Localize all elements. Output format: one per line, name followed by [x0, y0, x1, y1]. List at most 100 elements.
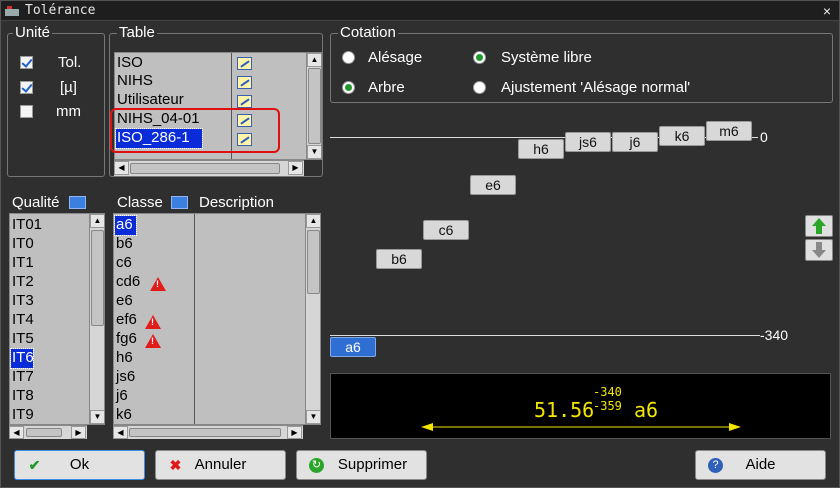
scroll-down-arrow[interactable]: ▼ [90, 410, 104, 424]
cotation-label: Cotation [338, 24, 398, 41]
scroll-left-arrow[interactable]: ◀ [113, 426, 128, 439]
tolerance-tag-js6[interactable]: js6 [565, 132, 611, 152]
horizontal-scrollbar[interactable]: ◀ ▶ [113, 425, 303, 439]
list-item[interactable]: IT01 [11, 216, 42, 235]
tolerance-tag-b6[interactable]: b6 [376, 249, 422, 269]
list-item[interactable]: fg6 [115, 330, 137, 349]
horizontal-scrollbar[interactable]: ◀ ▶ [114, 160, 304, 176]
warning-icon [150, 277, 166, 291]
list-item[interactable]: IT7 [11, 368, 34, 387]
tolerance-tag-k6[interactable]: k6 [659, 126, 705, 146]
down-arrow-icon [812, 242, 826, 258]
tolerance-tag-m6[interactable]: m6 [706, 121, 752, 141]
list-item[interactable]: IT2 [11, 273, 34, 292]
list-item[interactable]: ISO [116, 54, 143, 73]
cancel-button[interactable]: ✖ Annuler [155, 450, 286, 480]
scroll-down-arrow[interactable]: ▼ [307, 145, 321, 159]
mm-checkbox[interactable] [20, 105, 33, 118]
scroll-right-arrow[interactable]: ▶ [288, 161, 303, 175]
scroll-down-arrow[interactable]: ▼ [306, 410, 320, 424]
systeme-libre-radio[interactable] [473, 51, 486, 64]
scroll-up-arrow[interactable]: ▲ [306, 214, 320, 228]
list-item[interactable]: js6 [115, 368, 135, 387]
title-bar[interactable]: Tolérance × [1, 1, 839, 21]
list-item[interactable]: cd6 [115, 273, 140, 292]
tolerance-tag-e6[interactable]: e6 [470, 175, 516, 195]
scroll-up-arrow[interactable]: ▲ [90, 214, 104, 228]
tol-label: Tol. [58, 54, 82, 71]
vertical-scrollbar[interactable]: ▲ ▼ [89, 214, 104, 424]
micron-label: [µ] [60, 79, 77, 96]
up-arrow-icon [812, 218, 826, 234]
list-item[interactable]: IT9 [11, 406, 34, 424]
list-item[interactable]: e6 [115, 292, 133, 311]
edit-icon[interactable] [237, 76, 252, 89]
class-value: a6 [634, 398, 659, 422]
delete-button[interactable]: ↻ Supprimer [296, 450, 427, 480]
qualite-list[interactable]: IT01 IT0 IT1 IT2 IT3 IT4 IT5 IT6 IT7 IT8… [9, 213, 105, 425]
ok-button[interactable]: ✔ Ok [14, 450, 145, 480]
help-label: Aide [745, 456, 776, 473]
arbre-label: Arbre [368, 79, 405, 96]
scroll-thumb[interactable] [26, 428, 62, 437]
list-item[interactable]: IT5 [11, 330, 34, 349]
scroll-down-button[interactable] [805, 239, 833, 261]
tolerance-dialog: Tolérance × Unité Tol. [µ] mm Table ISO … [0, 0, 840, 488]
systeme-libre-label: Système libre [501, 49, 592, 66]
list-item[interactable]: h6 [115, 349, 133, 368]
scroll-thumb[interactable] [91, 230, 104, 326]
tolerance-tag-a6[interactable]: a6 [330, 337, 376, 357]
scroll-left-arrow[interactable]: ◀ [9, 426, 24, 439]
help-button[interactable]: ? Aide [695, 450, 826, 480]
scroll-up-arrow[interactable]: ▲ [307, 53, 321, 67]
list-item[interactable]: b6 [115, 235, 133, 254]
alesage-radio[interactable] [342, 51, 355, 64]
edit-icon[interactable] [237, 57, 252, 70]
list-item[interactable]: j6 [115, 387, 128, 406]
cancel-label: Annuler [194, 456, 247, 473]
vertical-scrollbar[interactable]: ▲ ▼ [305, 214, 320, 424]
list-item[interactable]: ef6 [115, 311, 137, 330]
delete-label: Supprimer [337, 456, 408, 473]
scroll-thumb[interactable] [307, 230, 320, 294]
list-item-selected[interactable]: IT6 [10, 348, 34, 369]
list-item[interactable]: k6 [115, 406, 132, 424]
scroll-right-arrow[interactable]: ▶ [287, 426, 302, 439]
list-item[interactable]: c6 [115, 254, 132, 273]
bottom-line [330, 335, 760, 336]
upper-deviation: -340 [593, 385, 622, 399]
tol-checkbox[interactable] [20, 56, 33, 69]
scroll-left-arrow[interactable]: ◀ [114, 161, 129, 175]
column-settings-icon[interactable] [69, 196, 86, 209]
tolerance-tag-h6[interactable]: h6 [518, 139, 564, 159]
list-item[interactable]: IT1 [11, 254, 34, 273]
highlight-box [110, 108, 280, 153]
classe-list[interactable]: a6 b6 c6 cd6 e6 ef6 fg6 h6 js6 j6 k6 ▲ ▼ [113, 213, 321, 425]
scroll-thumb[interactable] [308, 68, 321, 144]
scroll-up-button[interactable] [805, 215, 833, 237]
scroll-thumb[interactable] [129, 428, 281, 437]
zero-axis-label: 0 [760, 129, 768, 145]
micron-checkbox[interactable] [20, 81, 33, 94]
column-settings-icon[interactable] [171, 196, 188, 209]
list-item-selected[interactable]: a6 [114, 215, 137, 236]
list-item[interactable]: IT3 [11, 292, 34, 311]
vertical-scrollbar[interactable]: ▲ ▼ [306, 53, 321, 159]
horizontal-scrollbar[interactable]: ◀ ▶ [9, 425, 87, 439]
close-button[interactable]: × [819, 3, 835, 19]
table-label: Table [117, 24, 157, 41]
refresh-icon: ↻ [309, 458, 324, 473]
tolerance-tag-j6[interactable]: j6 [612, 132, 658, 152]
tolerance-tag-c6[interactable]: c6 [423, 220, 469, 240]
scroll-thumb[interactable] [130, 163, 280, 174]
list-item[interactable]: IT4 [11, 311, 34, 330]
arbre-radio[interactable] [342, 81, 355, 94]
ajustement-radio[interactable] [473, 81, 486, 94]
scroll-right-arrow[interactable]: ▶ [71, 426, 86, 439]
list-item[interactable]: IT8 [11, 387, 34, 406]
warning-icon [145, 334, 161, 348]
list-item[interactable]: NIHS [116, 72, 153, 91]
edit-icon[interactable] [237, 95, 252, 108]
lower-deviation: -359 [593, 399, 622, 413]
list-item[interactable]: IT0 [11, 235, 34, 254]
